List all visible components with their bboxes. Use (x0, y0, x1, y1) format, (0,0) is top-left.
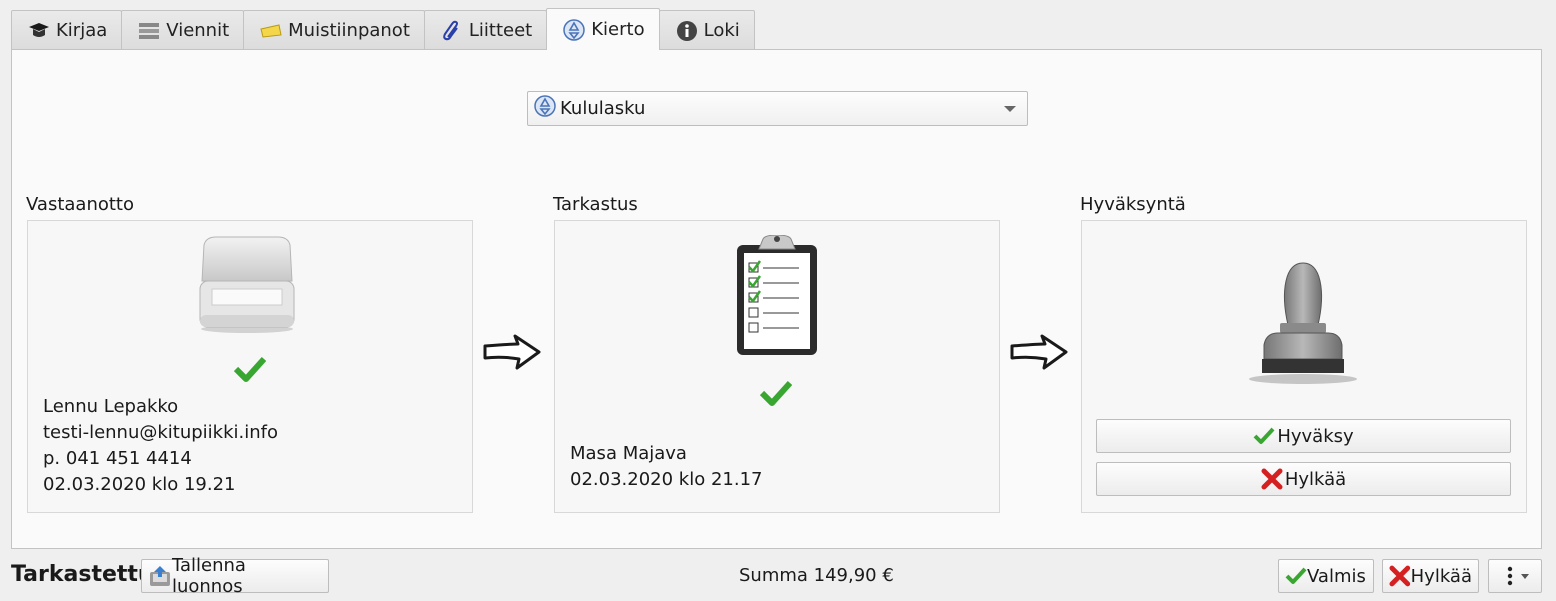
check-icon (759, 379, 793, 412)
paperclip-icon (441, 20, 463, 42)
save-draft-icon (149, 566, 170, 586)
tab-muistiinpanot[interactable]: Muistiinpanot (243, 10, 425, 50)
footer-reject-button[interactable]: Hylkää (1382, 559, 1479, 593)
note-icon (260, 20, 282, 42)
done-button-label: Valmis (1307, 565, 1366, 587)
arrow-right-icon (1009, 332, 1069, 377)
check-icon (233, 355, 267, 388)
tab-label: Muistiinpanot (288, 20, 410, 41)
receive-info: Lennu Lepakko testi-lennu@kitupiikki.inf… (43, 394, 278, 498)
cycle-icon (534, 95, 556, 122)
cross-icon (1261, 468, 1283, 490)
more-vertical-icon (1507, 566, 1529, 586)
tab-label: Liitteet (468, 20, 533, 41)
tab-viennit[interactable]: Viennit (121, 10, 245, 50)
approve-button-label: Hyväksy (1277, 425, 1354, 447)
review-timestamp: 02.03.2020 klo 21.17 (570, 469, 763, 490)
stage-title-approval: Hyväksyntä (1080, 194, 1186, 215)
tab-liitteet[interactable]: Liitteet (423, 10, 548, 50)
tab-bar: Kirjaa Viennit Muistiinpanot Liitteet Ki… (11, 8, 755, 50)
tab-kierto[interactable]: Kierto (546, 8, 660, 50)
stage-title-review: Tarkastus (553, 194, 638, 215)
sum-total: Summa 149,90 € (739, 565, 894, 586)
stage-box-review: Masa Majava 02.03.2020 klo 21.17 (554, 220, 1000, 513)
hat-icon (28, 20, 50, 42)
chevron-down-icon (1004, 106, 1016, 112)
save-draft-button[interactable]: Tallenna luonnos (141, 555, 329, 597)
tab-kirjaa[interactable]: Kirjaa (11, 10, 123, 50)
circulation-select-value: Kululasku (560, 98, 646, 119)
approve-button[interactable]: Hyväksy (1096, 419, 1511, 453)
tab-label: Kirjaa (56, 20, 108, 41)
tab-label: Loki (703, 20, 740, 41)
clipboard-icon (735, 234, 819, 362)
tab-label: Viennit (166, 20, 230, 41)
reject-button[interactable]: Hylkää (1096, 462, 1511, 496)
arrow-right-icon (482, 332, 542, 377)
cycle-icon (563, 18, 585, 41)
more-menu-button[interactable] (1488, 559, 1542, 593)
stage-box-approval: Hyväksy Hylkää (1081, 220, 1527, 513)
info-icon (676, 20, 698, 42)
stage-box-receive: Lennu Lepakko testi-lennu@kitupiikki.inf… (27, 220, 473, 513)
review-info: Masa Majava 02.03.2020 klo 21.17 (570, 441, 762, 493)
document-status: Tarkastettu (11, 562, 154, 587)
circulation-select[interactable]: Kululasku (527, 91, 1028, 126)
tab-loki[interactable]: Loki (658, 10, 755, 50)
done-button[interactable]: Valmis (1278, 559, 1374, 593)
list-icon (138, 20, 160, 42)
reject-button-label: Hylkää (1284, 468, 1347, 490)
check-icon (1285, 567, 1307, 584)
stamp-icon (1248, 259, 1358, 390)
reviewer-name: Masa Majava (570, 443, 687, 464)
check-icon (1253, 427, 1275, 444)
stage-title-receive: Vastaanotto (26, 194, 134, 215)
cross-icon (1389, 565, 1411, 587)
save-draft-label: Tallenna luonnos (171, 555, 246, 597)
sender-email: testi-lennu@kitupiikki.info (43, 422, 279, 443)
circulation-panel: Kululasku Vastaanotto Lennu Lepakko test… (11, 49, 1542, 549)
receive-timestamp: 02.03.2020 klo 19.21 (43, 474, 236, 495)
footer-reject-label: Hylkää (1410, 565, 1472, 587)
tab-label: Kierto (591, 19, 645, 40)
sender-phone: p. 041 451 4414 (43, 448, 192, 469)
scanner-icon (196, 235, 298, 340)
sender-name: Lennu Lepakko (43, 396, 179, 417)
